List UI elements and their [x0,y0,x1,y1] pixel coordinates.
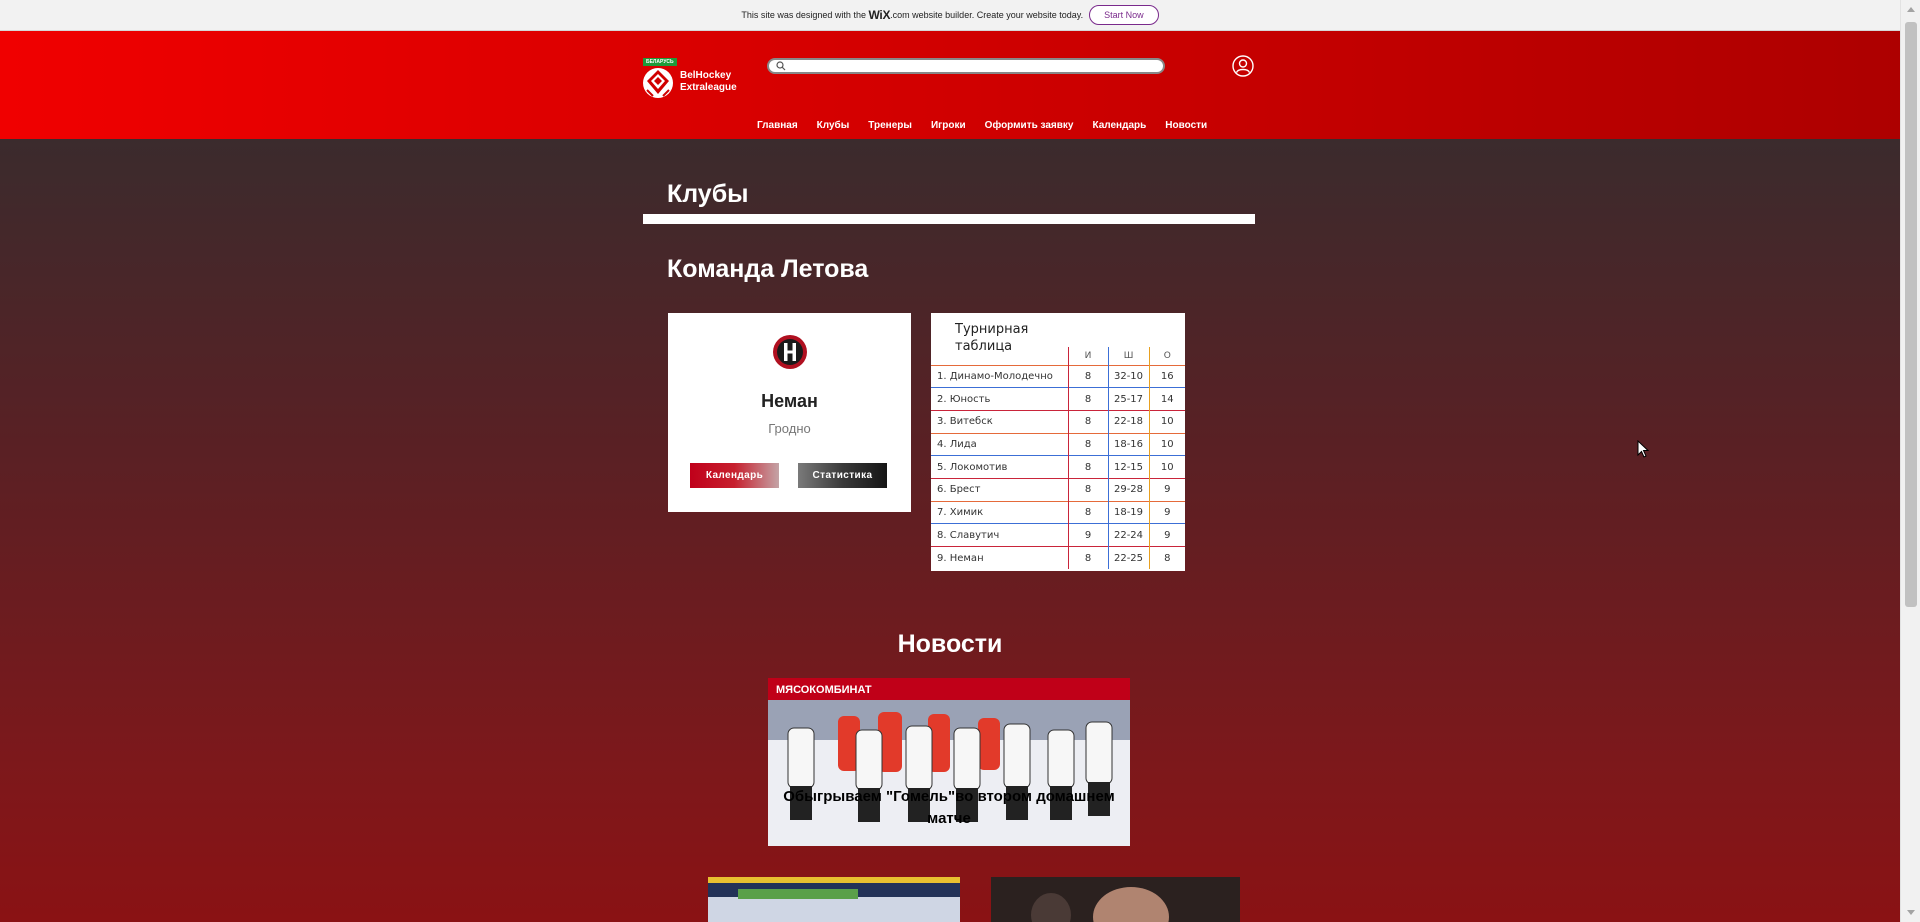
mouse-cursor-icon [1637,440,1649,458]
statistics-button[interactable]: Статистика [798,463,887,488]
nav-item-news[interactable]: Новости [1165,120,1207,131]
standings-games-cell: 8 [1067,500,1108,524]
standings-goals-cell: 22-25 [1107,546,1149,570]
news-caption[interactable]: Обыгрываем "Гомель"во втором домашнем ма… [768,786,1130,830]
club-crest-icon [773,335,807,369]
standings-row: 1. Динамо-Молодечно 8 32-10 16 [931,364,1185,388]
standings-goals-cell: 22-24 [1107,523,1149,547]
standings-points-cell: 9 [1148,500,1185,524]
standings-points-cell: 16 [1148,364,1185,388]
standings-row: 8. Славутич 9 22-24 9 [931,523,1185,547]
wix-banner-text-before: This site was designed with the [741,10,866,20]
standings-goals-cell: 18-19 [1107,500,1149,524]
scroll-up-icon[interactable] [1907,7,1915,12]
logo-country-tag: БЕЛАРУСЬ [643,58,677,66]
search-icon [776,61,786,71]
search-bar[interactable] [767,58,1165,74]
title-divider [643,214,1255,224]
arena-photo [708,877,960,922]
standings-goals-cell: 32-10 [1107,364,1149,388]
standings-team-cell: 4. Лида [931,432,1068,456]
standings-header-goals: Ш [1107,347,1149,365]
wix-banner: This site was designed with the WiX .com… [0,0,1900,31]
news-thumbnail-arena[interactable] [708,877,960,922]
scroll-down-icon[interactable] [1907,910,1915,915]
page-scrollbar[interactable] [1900,0,1920,922]
nav-item-apply[interactable]: Оформить заявку [985,120,1074,131]
standings-row: 3. Витебск 8 22-18 10 [931,409,1185,434]
standings-goals-cell: 25-17 [1107,387,1149,411]
standings-games-cell: 9 [1067,523,1108,547]
standings-points-cell: 10 [1148,409,1185,434]
start-now-button[interactable]: Start Now [1089,5,1159,25]
standings-team-cell: 6. Брест [931,477,1068,502]
club-card: Неман Гродно Календарь Статистика [668,313,911,512]
nav-item-players[interactable]: Игроки [931,120,966,131]
standings-row: 6. Брест 8 29-28 9 [931,477,1185,502]
standings-games-cell: 8 [1067,477,1108,502]
nav-item-coaches[interactable]: Тренеры [868,120,912,131]
standings-goals-cell: 22-18 [1107,409,1149,434]
standings-games-cell: 8 [1067,455,1108,479]
standings-points-cell: 9 [1148,477,1185,502]
standings-goals-cell: 29-28 [1107,477,1149,502]
standings-goals-cell: 18-16 [1107,432,1149,456]
standings-table: Турнирная таблица И Ш О 1. Динамо-Молоде… [931,313,1185,571]
logo-text-line1: BelHockey [680,70,732,81]
main-nav: Главная Клубы Тренеры Игроки Оформить за… [757,120,1226,131]
standings-team-cell: 5. Локомотив [931,455,1068,479]
nav-item-home[interactable]: Главная [757,120,798,131]
standings-games-cell: 8 [1067,387,1108,411]
wix-banner-text-after: .com website builder. Create your websit… [890,10,1084,20]
standings-games-cell: 8 [1067,432,1108,456]
standings-goals-cell: 12-15 [1107,455,1149,479]
logo-text-line2: Extraleague [680,82,737,93]
nav-item-clubs[interactable]: Клубы [817,120,850,131]
calendar-button[interactable]: Календарь [690,463,779,488]
team-heading: Команда Летова [667,255,869,283]
nav-item-calendar[interactable]: Календарь [1092,120,1146,131]
standings-header-points: О [1148,347,1185,365]
standings-games-cell: 8 [1067,409,1108,434]
standings-header-row: И Ш О [931,347,1185,365]
page-title: Клубы [667,180,749,208]
coach-photo [991,877,1240,922]
wix-brand: WiX [868,8,891,22]
scrollbar-thumb[interactable] [1905,22,1917,607]
standings-games-cell: 8 [1067,546,1108,570]
standings-points-cell: 9 [1148,523,1185,547]
standings-header-games: И [1067,347,1108,365]
standings-header-team [931,347,1068,365]
standings-row: 5. Локомотив 8 12-15 10 [931,455,1185,479]
site-header: БЕЛАРУСЬ BelHockey Extraleague Главная К… [0,31,1900,139]
standings-row: 4. Лида 8 18-16 10 [931,432,1185,456]
standings-games-cell: 8 [1067,364,1108,388]
standings-row: 9. Неман 8 22-25 8 [931,546,1185,570]
standings-points-cell: 10 [1148,432,1185,456]
standings-row: 2. Юность 8 25-17 14 [931,387,1185,411]
news-thumbnail-coach[interactable] [991,877,1240,922]
standings-points-cell: 8 [1148,546,1185,570]
user-account-icon[interactable] [1232,55,1254,77]
club-city: Гродно [768,421,811,436]
search-input[interactable] [791,60,1151,72]
belhockey-emblem-icon [643,68,673,98]
standings-row: 7. Химик 8 18-19 9 [931,500,1185,524]
standings-grid: И Ш О 1. Динамо-Молодечно 8 32-10 16 2. Юнос… [931,347,1185,570]
standings-team-cell: 3. Витебск [931,409,1068,434]
standings-team-cell: 8. Славутич [931,523,1068,547]
standings-team-cell: 1. Динамо-Молодечно [931,364,1068,388]
standings-points-cell: 14 [1148,387,1185,411]
club-name: Неман [761,391,818,411]
site-logo[interactable]: БЕЛАРУСЬ BelHockey Extraleague [641,58,737,100]
news-image-sign: МЯСОКОМБИНАТ [776,684,872,696]
news-heading: Новости [897,630,1003,658]
standings-team-cell: 7. Химик [931,500,1068,524]
standings-points-cell: 10 [1148,455,1185,479]
standings-team-cell: 9. Неман [931,546,1068,570]
standings-team-cell: 2. Юность [931,387,1068,411]
